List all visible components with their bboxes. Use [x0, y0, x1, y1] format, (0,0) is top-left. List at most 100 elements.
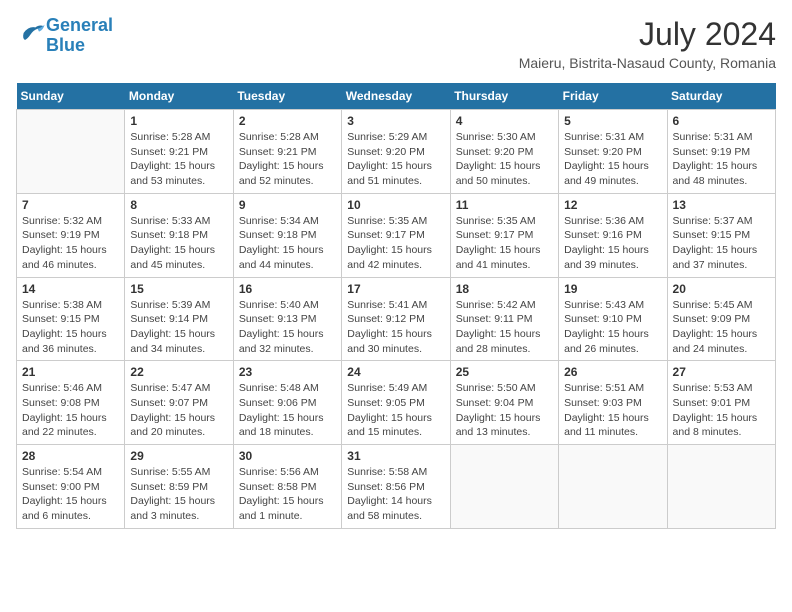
calendar-cell: 2 Sunrise: 5:28 AM Sunset: 9:21 PM Daylig…: [233, 110, 341, 194]
header: General Blue July 2024 Maieru, Bistrita-…: [16, 16, 776, 71]
day-number: 12: [564, 198, 661, 212]
calendar-cell: 12 Sunrise: 5:36 AM Sunset: 9:16 PM Dayli…: [559, 193, 667, 277]
day-info: Sunrise: 5:30 AM Sunset: 9:20 PM Dayligh…: [456, 130, 553, 189]
calendar-cell: [17, 110, 125, 194]
week-row-2: 7 Sunrise: 5:32 AM Sunset: 9:19 PM Daylig…: [17, 193, 776, 277]
day-info: Sunrise: 5:28 AM Sunset: 9:21 PM Dayligh…: [239, 130, 336, 189]
day-info: Sunrise: 5:35 AM Sunset: 9:17 PM Dayligh…: [347, 214, 444, 273]
day-info: Sunrise: 5:53 AM Sunset: 9:01 PM Dayligh…: [673, 381, 770, 440]
logo-bird-icon: [18, 19, 46, 47]
day-number: 31: [347, 449, 444, 463]
day-number: 21: [22, 365, 119, 379]
day-number: 9: [239, 198, 336, 212]
day-number: 5: [564, 114, 661, 128]
calendar-body: 1 Sunrise: 5:28 AM Sunset: 9:21 PM Daylig…: [17, 110, 776, 529]
week-row-4: 21 Sunrise: 5:46 AM Sunset: 9:08 PM Dayli…: [17, 361, 776, 445]
day-number: 15: [130, 282, 227, 296]
week-row-3: 14 Sunrise: 5:38 AM Sunset: 9:15 PM Dayli…: [17, 277, 776, 361]
calendar-cell: [667, 445, 775, 529]
day-number: 29: [130, 449, 227, 463]
day-info: Sunrise: 5:48 AM Sunset: 9:06 PM Dayligh…: [239, 381, 336, 440]
column-header-saturday: Saturday: [667, 83, 775, 110]
day-number: 28: [22, 449, 119, 463]
calendar-cell: 16Sunrise: 5:40 AM Sunset: 9:13 PM Dayli…: [233, 277, 341, 361]
day-number: 11: [456, 198, 553, 212]
calendar-cell: 30 Sunrise: 5:56 AM Sunset: 8:58 PM Dayli…: [233, 445, 341, 529]
calendar-cell: 27 Sunrise: 5:53 AM Sunset: 9:01 PM Dayli…: [667, 361, 775, 445]
week-row-1: 1 Sunrise: 5:28 AM Sunset: 9:21 PM Daylig…: [17, 110, 776, 194]
calendar-cell: 5 Sunrise: 5:31 AM Sunset: 9:20 PM Daylig…: [559, 110, 667, 194]
calendar-cell: 8Sunrise: 5:33 AM Sunset: 9:18 PM Daylig…: [125, 193, 233, 277]
week-row-5: 28Sunrise: 5:54 AM Sunset: 9:00 PM Dayli…: [17, 445, 776, 529]
day-info: Sunrise: 5:46 AM Sunset: 9:08 PM Dayligh…: [22, 381, 119, 440]
title-area: July 2024 Maieru, Bistrita-Nasaud County…: [519, 16, 776, 71]
day-number: 30: [239, 449, 336, 463]
calendar-cell: 24Sunrise: 5:49 AM Sunset: 9:05 PM Dayli…: [342, 361, 450, 445]
calendar-cell: 9 Sunrise: 5:34 AM Sunset: 9:18 PM Daylig…: [233, 193, 341, 277]
calendar-cell: 22 Sunrise: 5:47 AM Sunset: 9:07 PM Dayli…: [125, 361, 233, 445]
day-number: 7: [22, 198, 119, 212]
logo: General Blue: [16, 16, 113, 56]
day-info: Sunrise: 5:40 AM Sunset: 9:13 PM Dayligh…: [239, 298, 336, 357]
column-header-thursday: Thursday: [450, 83, 558, 110]
day-info: Sunrise: 5:31 AM Sunset: 9:20 PM Dayligh…: [564, 130, 661, 189]
day-number: 17: [347, 282, 444, 296]
day-number: 1: [130, 114, 227, 128]
calendar-cell: 31 Sunrise: 5:58 AM Sunset: 8:56 PM Dayli…: [342, 445, 450, 529]
day-info: Sunrise: 5:35 AM Sunset: 9:17 PM Dayligh…: [456, 214, 553, 273]
calendar-cell: 10 Sunrise: 5:35 AM Sunset: 9:17 PM Dayli…: [342, 193, 450, 277]
day-info: Sunrise: 5:42 AM Sunset: 9:11 PM Dayligh…: [456, 298, 553, 357]
day-info: Sunrise: 5:38 AM Sunset: 9:15 PM Dayligh…: [22, 298, 119, 357]
day-info: Sunrise: 5:32 AM Sunset: 9:19 PM Dayligh…: [22, 214, 119, 273]
column-header-wednesday: Wednesday: [342, 83, 450, 110]
day-number: 23: [239, 365, 336, 379]
calendar-cell: 18Sunrise: 5:42 AM Sunset: 9:11 PM Dayli…: [450, 277, 558, 361]
day-number: 26: [564, 365, 661, 379]
calendar-cell: 13Sunrise: 5:37 AM Sunset: 9:15 PM Dayli…: [667, 193, 775, 277]
day-info: Sunrise: 5:36 AM Sunset: 9:16 PM Dayligh…: [564, 214, 661, 273]
day-info: Sunrise: 5:43 AM Sunset: 9:10 PM Dayligh…: [564, 298, 661, 357]
column-header-friday: Friday: [559, 83, 667, 110]
location-subtitle: Maieru, Bistrita-Nasaud County, Romania: [519, 55, 776, 71]
calendar-cell: 3Sunrise: 5:29 AM Sunset: 9:20 PM Daylig…: [342, 110, 450, 194]
day-info: Sunrise: 5:39 AM Sunset: 9:14 PM Dayligh…: [130, 298, 227, 357]
day-info: Sunrise: 5:28 AM Sunset: 9:21 PM Dayligh…: [130, 130, 227, 189]
day-number: 4: [456, 114, 553, 128]
column-header-tuesday: Tuesday: [233, 83, 341, 110]
calendar-cell: 17 Sunrise: 5:41 AM Sunset: 9:12 PM Dayli…: [342, 277, 450, 361]
day-number: 27: [673, 365, 770, 379]
day-info: Sunrise: 5:29 AM Sunset: 9:20 PM Dayligh…: [347, 130, 444, 189]
day-info: Sunrise: 5:41 AM Sunset: 9:12 PM Dayligh…: [347, 298, 444, 357]
day-number: 19: [564, 282, 661, 296]
calendar-cell: 14 Sunrise: 5:38 AM Sunset: 9:15 PM Dayli…: [17, 277, 125, 361]
day-info: Sunrise: 5:45 AM Sunset: 9:09 PM Dayligh…: [673, 298, 770, 357]
calendar-cell: 7 Sunrise: 5:32 AM Sunset: 9:19 PM Daylig…: [17, 193, 125, 277]
day-info: Sunrise: 5:34 AM Sunset: 9:18 PM Dayligh…: [239, 214, 336, 273]
day-info: Sunrise: 5:33 AM Sunset: 9:18 PM Dayligh…: [130, 214, 227, 273]
day-number: 10: [347, 198, 444, 212]
column-header-sunday: Sunday: [17, 83, 125, 110]
calendar-cell: 28Sunrise: 5:54 AM Sunset: 9:00 PM Dayli…: [17, 445, 125, 529]
calendar-cell: 19 Sunrise: 5:43 AM Sunset: 9:10 PM Dayli…: [559, 277, 667, 361]
day-info: Sunrise: 5:31 AM Sunset: 9:19 PM Dayligh…: [673, 130, 770, 189]
day-number: 22: [130, 365, 227, 379]
calendar-header: SundayMondayTuesdayWednesdayThursdayFrid…: [17, 83, 776, 110]
calendar-table: SundayMondayTuesdayWednesdayThursdayFrid…: [16, 83, 776, 529]
logo-text: General Blue: [46, 16, 113, 56]
day-info: Sunrise: 5:51 AM Sunset: 9:03 PM Dayligh…: [564, 381, 661, 440]
calendar-cell: 11 Sunrise: 5:35 AM Sunset: 9:17 PM Dayli…: [450, 193, 558, 277]
month-year-title: July 2024: [519, 16, 776, 53]
calendar-cell: 6 Sunrise: 5:31 AM Sunset: 9:19 PM Daylig…: [667, 110, 775, 194]
day-info: Sunrise: 5:47 AM Sunset: 9:07 PM Dayligh…: [130, 381, 227, 440]
day-number: 25: [456, 365, 553, 379]
calendar-cell: 25Sunrise: 5:50 AM Sunset: 9:04 PM Dayli…: [450, 361, 558, 445]
calendar-cell: 20Sunrise: 5:45 AM Sunset: 9:09 PM Dayli…: [667, 277, 775, 361]
day-number: 2: [239, 114, 336, 128]
calendar-cell: [559, 445, 667, 529]
day-info: Sunrise: 5:58 AM Sunset: 8:56 PM Dayligh…: [347, 465, 444, 524]
calendar-cell: 23 Sunrise: 5:48 AM Sunset: 9:06 PM Dayli…: [233, 361, 341, 445]
day-number: 6: [673, 114, 770, 128]
day-number: 13: [673, 198, 770, 212]
day-info: Sunrise: 5:56 AM Sunset: 8:58 PM Dayligh…: [239, 465, 336, 524]
day-number: 14: [22, 282, 119, 296]
